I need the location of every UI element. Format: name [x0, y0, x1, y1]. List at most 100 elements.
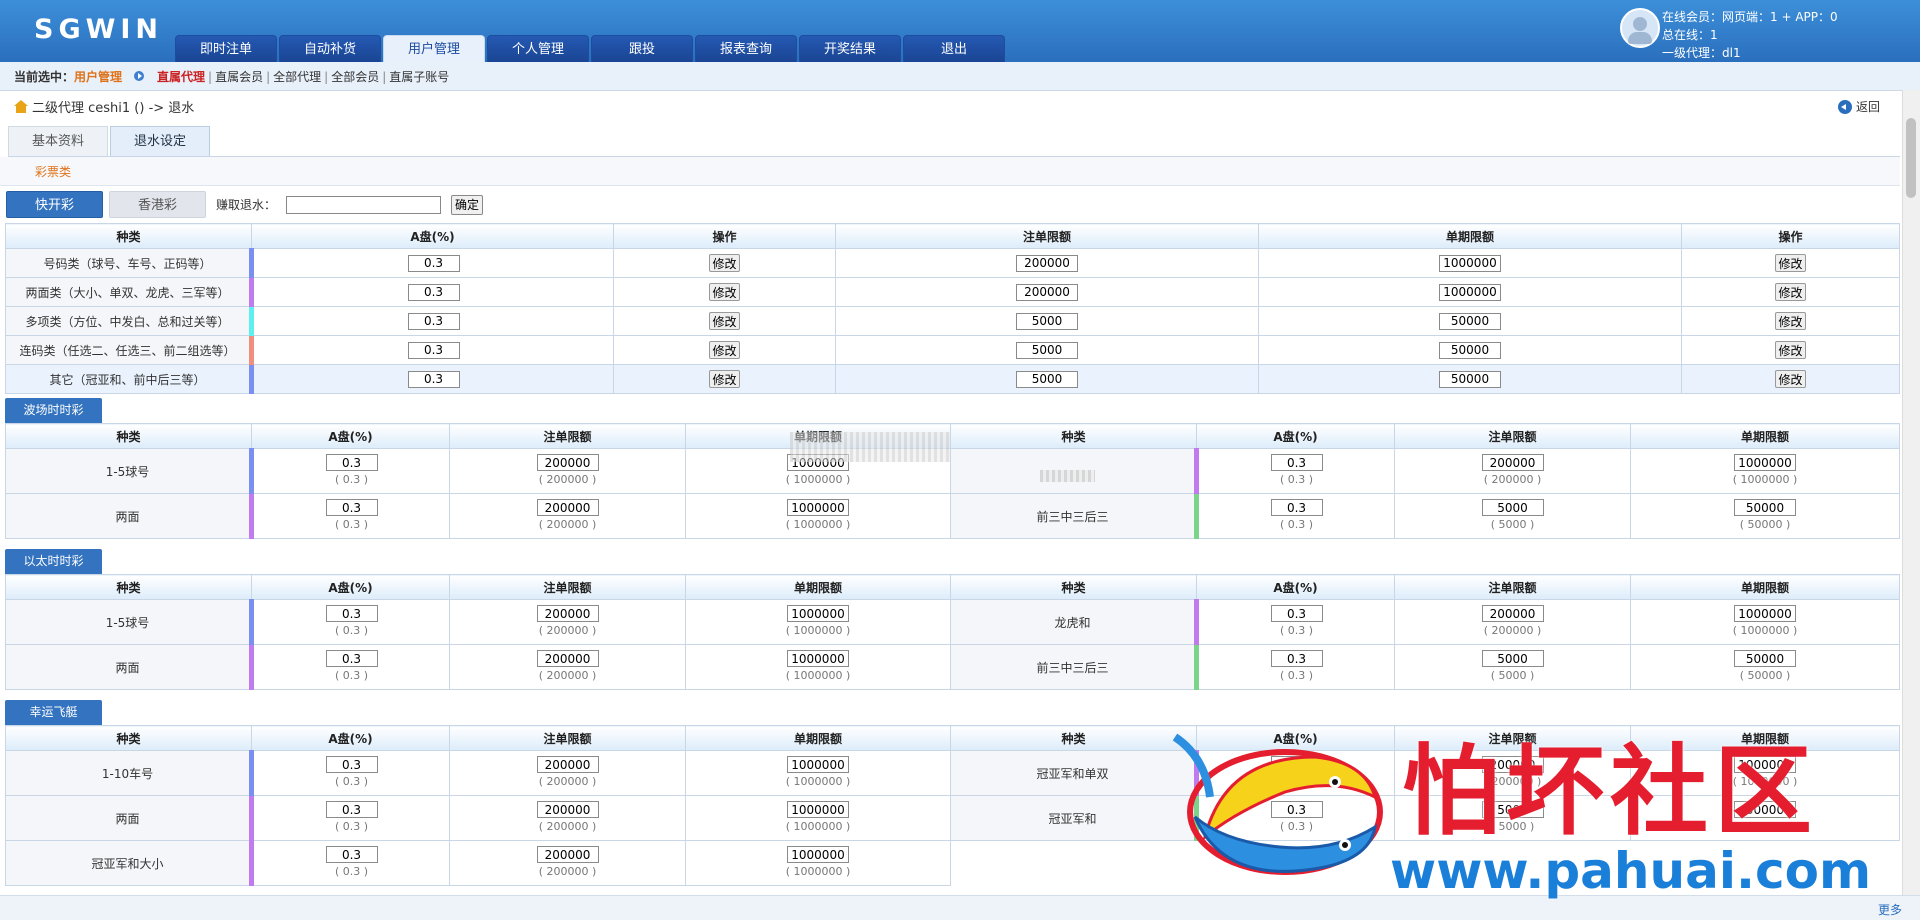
sub-link-0[interactable]: 直属代理: [154, 70, 208, 84]
bet-limit-input[interactable]: [1016, 312, 1078, 330]
period-limit-input[interactable]: [1439, 254, 1501, 272]
period-limit-input[interactable]: [1439, 283, 1501, 301]
tab-hk-lottery[interactable]: 香港彩: [109, 191, 206, 218]
period-limit-input[interactable]: [787, 499, 849, 516]
bet-limit-current: ( 200000 ): [1483, 473, 1542, 486]
sub-link-1[interactable]: 直属会员: [212, 70, 266, 84]
period-limit-cell: ( 50000 ): [1630, 644, 1900, 690]
bet-limit-input[interactable]: [1016, 254, 1078, 272]
main-rebate-table: 种类A盘(%)操作注单限额单期限额操作 号码类（球号、车号、正码等）修改修改两面…: [5, 223, 1900, 394]
bet-limit-input[interactable]: [1016, 283, 1078, 301]
modify-button[interactable]: 修改: [709, 341, 740, 359]
bet-limit-input[interactable]: [1016, 341, 1078, 359]
section-header-3: 单期限额: [685, 574, 951, 600]
bet-limit-input[interactable]: [1481, 454, 1544, 471]
bet-limit-input[interactable]: [1016, 370, 1078, 388]
section-title-1: 以太时时彩: [5, 549, 102, 574]
kind-cell: 前三中三后三: [950, 644, 1199, 690]
bet-limit-input[interactable]: [1481, 650, 1544, 667]
period-limit-input[interactable]: [1439, 370, 1501, 388]
nav-tab-6[interactable]: 开奖结果: [799, 35, 901, 62]
period-limit-input[interactable]: [1734, 454, 1796, 471]
a-rate-input[interactable]: [325, 801, 378, 818]
period-limit-input[interactable]: [1734, 605, 1796, 622]
vertical-scrollbar[interactable]: [1902, 90, 1920, 895]
a-rate-input[interactable]: [407, 370, 460, 388]
back-button[interactable]: 返回: [1837, 98, 1880, 115]
period-limit-input[interactable]: [1439, 341, 1501, 359]
a-rate-input[interactable]: [1270, 605, 1323, 622]
online-members: 在线会员：网页端：1 + APP：0: [1662, 10, 1838, 24]
period-limit-input[interactable]: [1734, 650, 1796, 667]
bet-limit-cell: ( 200000 ): [1394, 599, 1631, 645]
a-rate-input[interactable]: [325, 756, 378, 773]
nav-tab-3[interactable]: 个人管理: [487, 35, 589, 62]
modify-button[interactable]: 修改: [1775, 312, 1806, 330]
nav-tab-4[interactable]: 跟投: [591, 35, 693, 62]
a-rate-input[interactable]: [325, 650, 378, 667]
a-rate-input[interactable]: [407, 341, 460, 359]
a-rate-input[interactable]: [1270, 499, 1323, 516]
a-rate-input[interactable]: [325, 846, 378, 863]
tab-basic-info[interactable]: 基本资料: [8, 126, 108, 156]
bet-limit-input[interactable]: [536, 756, 599, 773]
period-limit-input[interactable]: [787, 756, 849, 773]
kind-cell: 1-10车号: [5, 750, 254, 796]
tab-quick-lottery[interactable]: 快开彩: [6, 191, 103, 218]
a-rate-cell: ( 0.3 ): [1196, 448, 1395, 494]
a-rate-current: ( 0.3 ): [334, 624, 369, 637]
period-limit-input[interactable]: [787, 650, 849, 667]
earn-rebate-input[interactable]: [286, 195, 442, 214]
bet-limit-input[interactable]: [536, 650, 599, 667]
a-rate-input[interactable]: [325, 499, 378, 516]
a-rate-current: ( 0.3 ): [1279, 624, 1314, 637]
period-limit-cell: [1258, 277, 1682, 307]
bet-limit-input[interactable]: [1481, 605, 1544, 622]
bet-limit-input[interactable]: [536, 605, 599, 622]
bet-limit-input[interactable]: [536, 454, 599, 471]
section-header-2: 注单限额: [449, 574, 686, 600]
kind-cell: 多项类（方位、中发白、总和过关等）: [5, 306, 254, 336]
period-limit-input[interactable]: [787, 846, 849, 863]
tab-rebate-settings[interactable]: 退水设定: [110, 126, 210, 156]
modify-button[interactable]: 修改: [709, 312, 740, 330]
bet-limit-input[interactable]: [536, 846, 599, 863]
main-header-1: A盘(%): [251, 223, 614, 249]
a-rate-input[interactable]: [1270, 650, 1323, 667]
arrow-bullet-icon: [134, 71, 145, 81]
period-limit-input[interactable]: [787, 605, 849, 622]
confirm-button[interactable]: 确定: [451, 194, 484, 215]
period-limit-cell: [1258, 335, 1682, 365]
modify-button[interactable]: 修改: [709, 254, 740, 272]
nav-tab-5[interactable]: 报表查询: [695, 35, 797, 62]
category-line: 彩票类: [0, 157, 1900, 186]
sub-link-3[interactable]: 全部会员: [328, 70, 382, 84]
period-limit-input[interactable]: [1439, 312, 1501, 330]
section-header-2: 注单限额: [449, 725, 686, 751]
sub-link-2[interactable]: 全部代理: [270, 70, 324, 84]
bet-limit-input[interactable]: [536, 499, 599, 516]
bet-limit-input[interactable]: [536, 801, 599, 818]
nav-tab-1[interactable]: 自动补货: [279, 35, 381, 62]
modify-button[interactable]: 修改: [1775, 370, 1806, 388]
nav-tab-7[interactable]: 退出: [903, 35, 1005, 62]
period-limit-input[interactable]: [1734, 499, 1796, 516]
modify-button[interactable]: 修改: [709, 370, 740, 388]
period-limit-input[interactable]: [787, 801, 849, 818]
a-rate-input[interactable]: [407, 254, 460, 272]
nav-tab-0[interactable]: 即时注单: [175, 35, 277, 62]
a-rate-input[interactable]: [325, 605, 378, 622]
sub-link-4[interactable]: 直属子账号: [386, 70, 452, 84]
a-rate-input[interactable]: [407, 283, 460, 301]
nav-tab-2[interactable]: 用户管理: [383, 35, 485, 63]
a-rate-input[interactable]: [1270, 454, 1323, 471]
a-rate-input[interactable]: [407, 312, 460, 330]
modify-button[interactable]: 修改: [1775, 283, 1806, 301]
scroll-thumb[interactable]: [1906, 118, 1916, 198]
modify-button[interactable]: 修改: [709, 283, 740, 301]
modify-button[interactable]: 修改: [1775, 254, 1806, 272]
modify-button[interactable]: 修改: [1775, 341, 1806, 359]
more-link[interactable]: 更多: [1878, 901, 1902, 918]
bet-limit-input[interactable]: [1481, 499, 1544, 516]
a-rate-input[interactable]: [325, 454, 378, 471]
